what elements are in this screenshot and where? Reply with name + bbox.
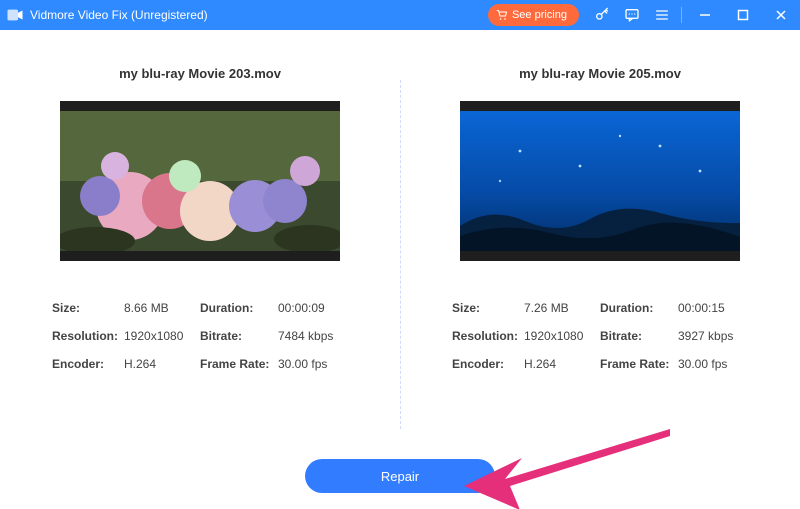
- titlebar: Vidmore Video Fix (Unregistered) See pri…: [0, 0, 800, 30]
- source-size-value: 8.66 MB: [124, 301, 200, 315]
- label-bitrate: Bitrate:: [600, 329, 678, 343]
- source-resolution-value: 1920x1080: [124, 329, 200, 343]
- sample-size-value: 7.26 MB: [524, 301, 600, 315]
- label-frame-rate: Frame Rate:: [600, 357, 678, 371]
- source-encoder-value: H.264: [124, 357, 200, 371]
- maximize-icon: [737, 9, 749, 21]
- minimize-button[interactable]: [686, 0, 724, 30]
- source-duration-value: 00:00:09: [278, 301, 348, 315]
- window-title: Vidmore Video Fix (Unregistered): [30, 8, 208, 22]
- sample-duration-value: 00:00:15: [678, 301, 748, 315]
- register-key-button[interactable]: [587, 0, 617, 30]
- label-encoder: Encoder:: [452, 357, 524, 371]
- repair-button[interactable]: Repair: [305, 459, 495, 493]
- close-button[interactable]: [762, 0, 800, 30]
- key-icon: [594, 7, 610, 23]
- footer: Repair: [0, 459, 800, 509]
- label-resolution: Resolution:: [52, 329, 124, 343]
- close-icon: [775, 9, 787, 21]
- label-frame-rate: Frame Rate:: [200, 357, 278, 371]
- cart-icon: [496, 9, 508, 21]
- sample-resolution-value: 1920x1080: [524, 329, 600, 343]
- source-file-metadata: Size: 8.66 MB Duration: 00:00:09 Resolut…: [52, 301, 348, 371]
- source-file-panel: my blu-ray Movie 203.mov Size: 8.66 MB: [0, 66, 400, 459]
- sample-encoder-value: H.264: [524, 357, 600, 371]
- compare-panels: my blu-ray Movie 203.mov Size: 8.66 MB: [0, 30, 800, 459]
- source-bitrate-value: 7484 kbps: [278, 329, 348, 343]
- source-file-name: my blu-ray Movie 203.mov: [119, 66, 281, 81]
- label-resolution: Resolution:: [452, 329, 524, 343]
- label-encoder: Encoder:: [52, 357, 124, 371]
- hamburger-icon: [654, 7, 670, 23]
- sample-video-thumbnail[interactable]: [460, 101, 740, 261]
- flowers-thumbnail-image: [60, 111, 340, 251]
- feedback-button[interactable]: [617, 0, 647, 30]
- source-video-thumbnail[interactable]: [60, 101, 340, 261]
- see-pricing-button[interactable]: See pricing: [488, 4, 579, 26]
- label-duration: Duration:: [600, 301, 678, 315]
- sample-frame-rate-value: 30.00 fps: [678, 357, 748, 371]
- label-duration: Duration:: [200, 301, 278, 315]
- feedback-icon: [624, 7, 640, 23]
- label-bitrate: Bitrate:: [200, 329, 278, 343]
- sample-bitrate-value: 3927 kbps: [678, 329, 748, 343]
- maximize-button[interactable]: [724, 0, 762, 30]
- menu-button[interactable]: [647, 0, 677, 30]
- vertical-divider: [400, 80, 401, 429]
- sample-file-metadata: Size: 7.26 MB Duration: 00:00:15 Resolut…: [452, 301, 748, 371]
- source-frame-rate-value: 30.00 fps: [278, 357, 348, 371]
- see-pricing-label: See pricing: [512, 9, 567, 21]
- label-size: Size:: [452, 301, 524, 315]
- minimize-icon: [699, 9, 711, 21]
- app-logo-icon: [6, 6, 24, 24]
- ocean-thumbnail-image: [460, 111, 740, 251]
- label-size: Size:: [52, 301, 124, 315]
- titlebar-divider: [681, 7, 682, 23]
- sample-file-name: my blu-ray Movie 205.mov: [519, 66, 681, 81]
- sample-file-panel: my blu-ray Movie 205.mov: [400, 66, 800, 459]
